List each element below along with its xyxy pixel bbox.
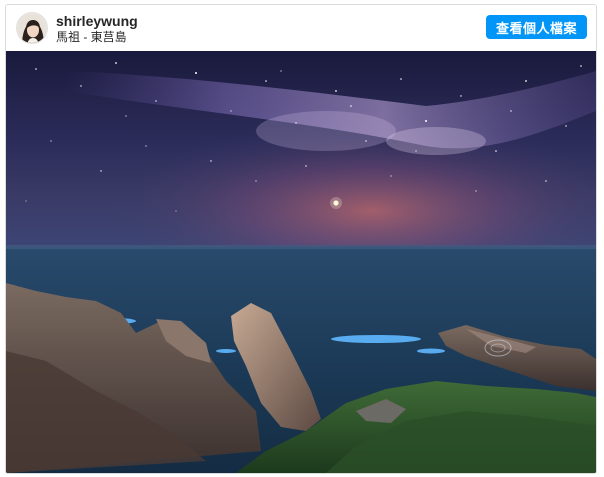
avatar[interactable] xyxy=(16,12,48,44)
starry-sea-photo xyxy=(6,51,596,473)
user-info: shirleywung 馬祖 - 東莒島 xyxy=(56,14,138,43)
username-link[interactable]: shirleywung xyxy=(56,14,138,28)
post-header: shirleywung 馬祖 - 東莒島 查看個人檔案 xyxy=(6,5,596,51)
avatar-image xyxy=(17,13,47,43)
instagram-embed-card: shirleywung 馬祖 - 東莒島 查看個人檔案 xyxy=(5,4,597,474)
post-photo[interactable] xyxy=(6,51,596,473)
view-profile-button[interactable]: 查看個人檔案 xyxy=(486,15,587,39)
location-link[interactable]: 馬祖 - 東莒島 xyxy=(56,31,138,43)
